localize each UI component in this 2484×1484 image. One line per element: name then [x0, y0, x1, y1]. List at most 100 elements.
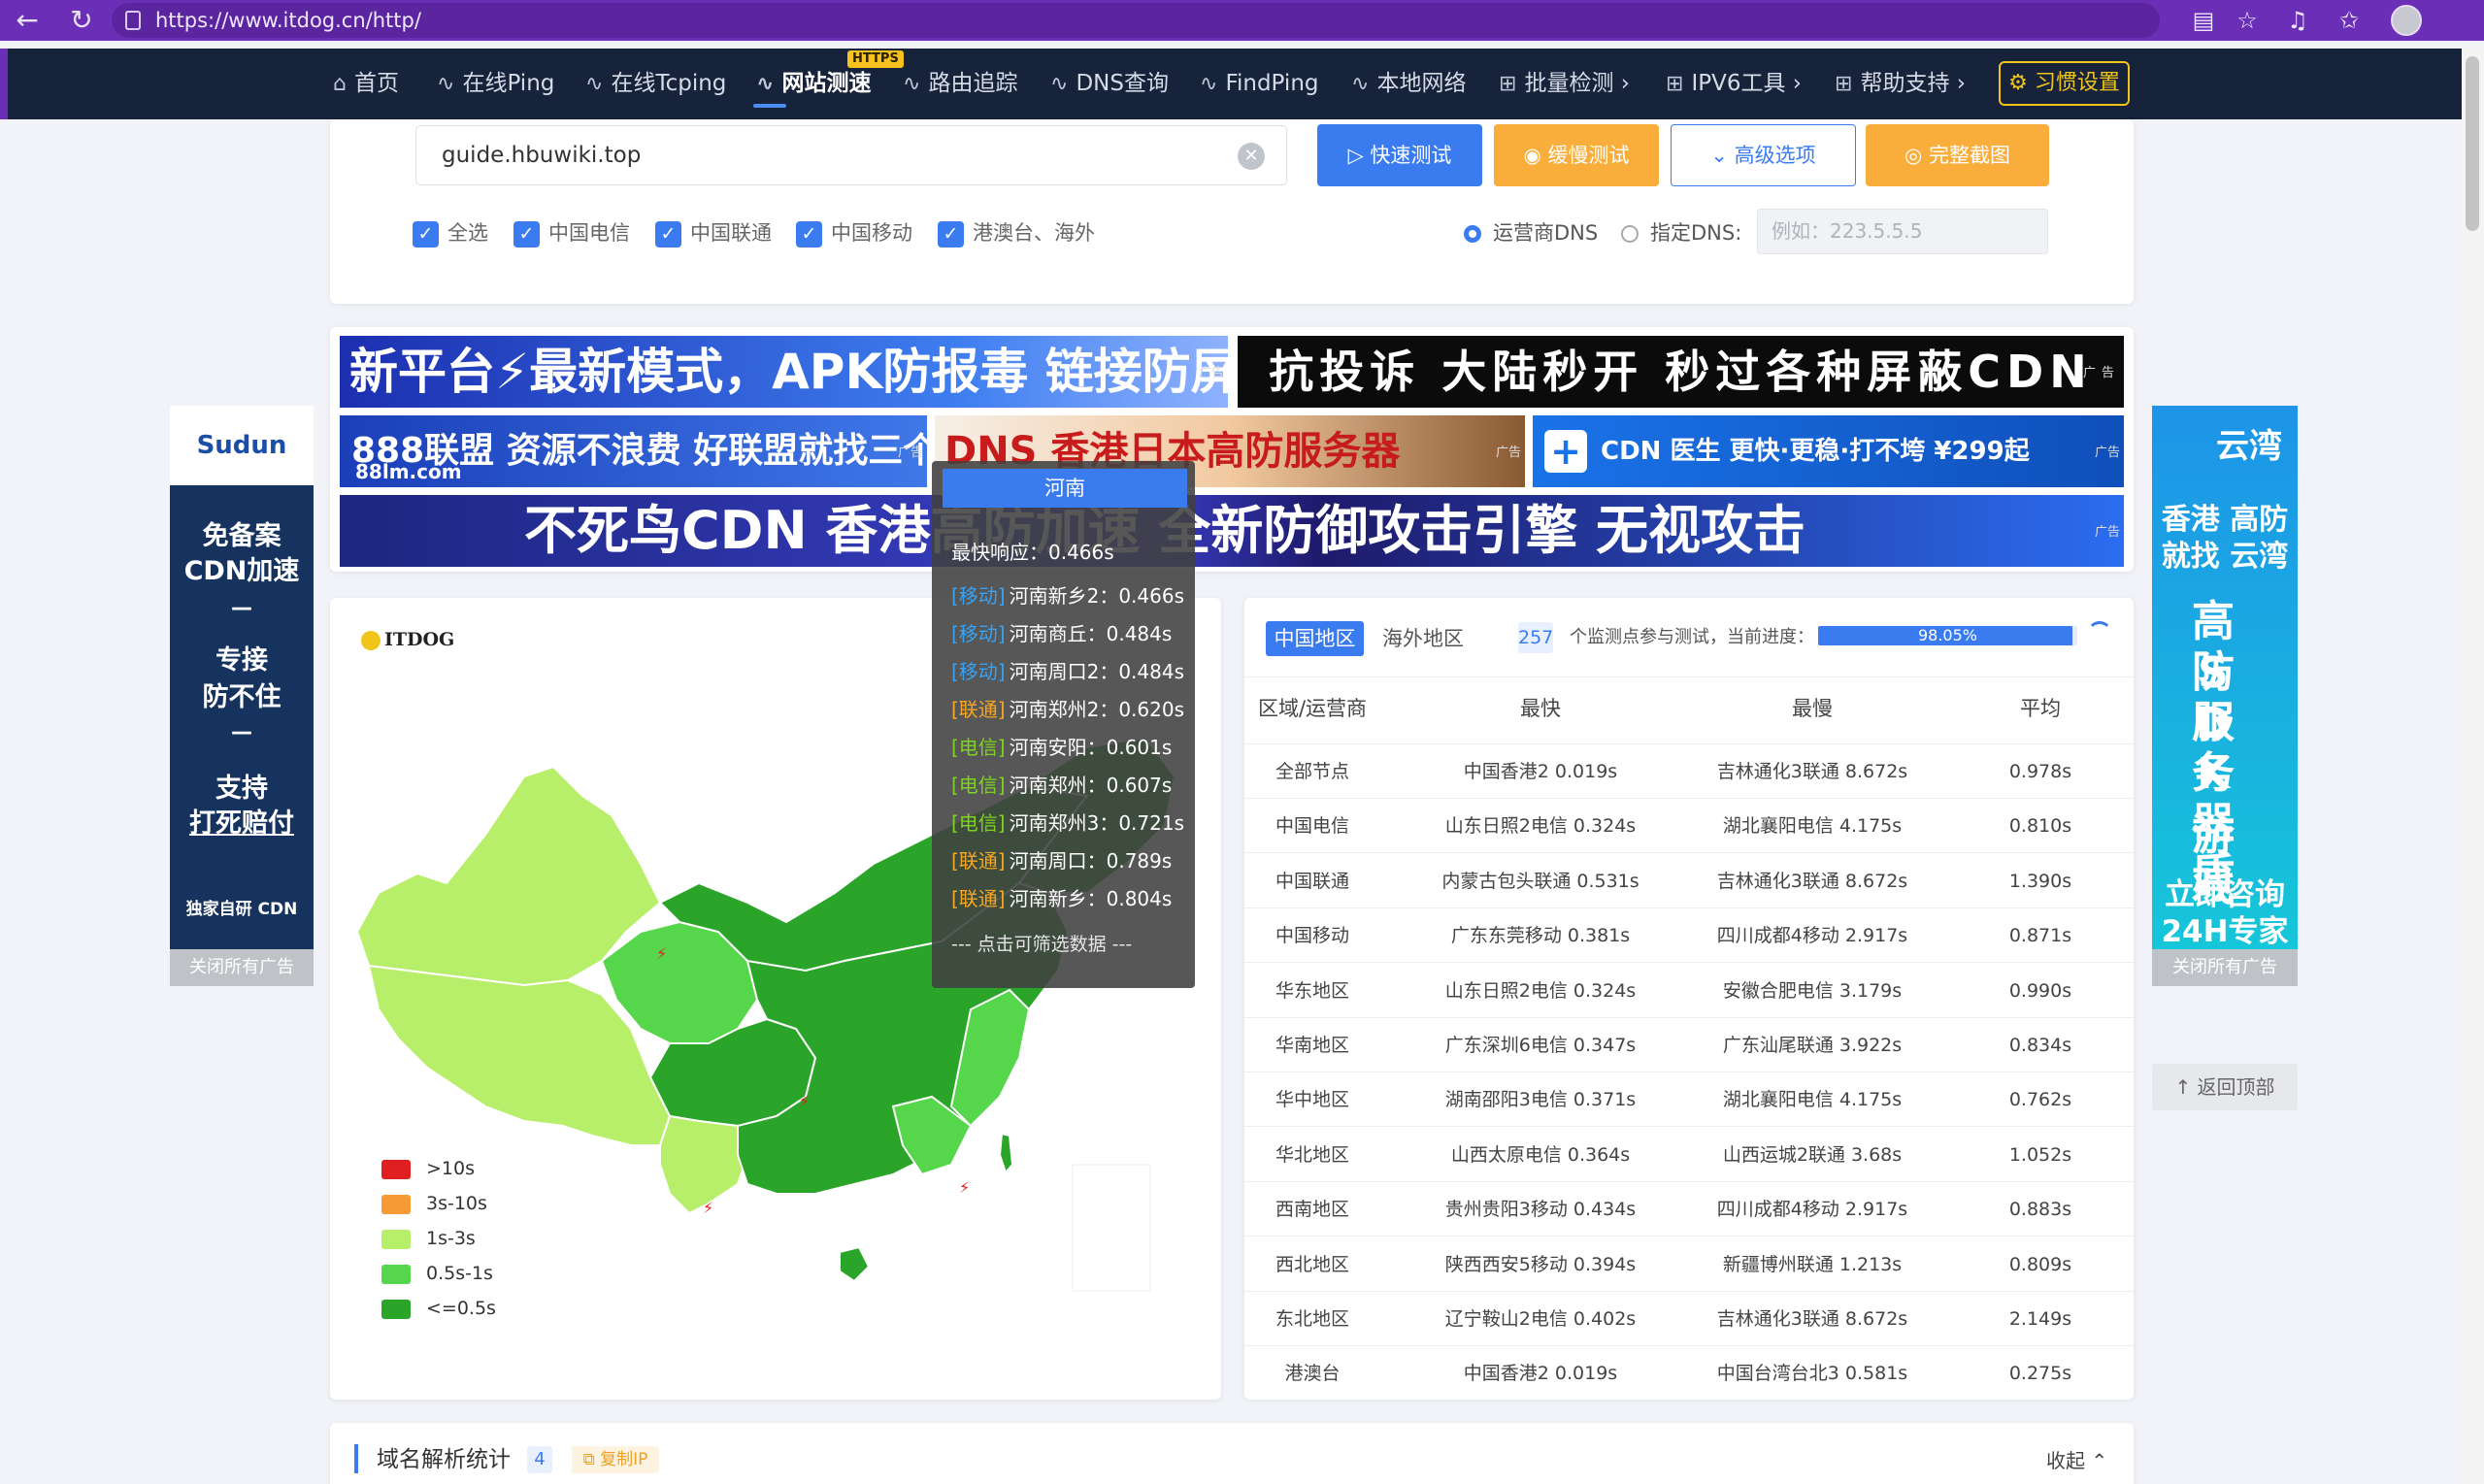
checkbox-checked-icon[interactable]: ✓: [655, 220, 681, 247]
collapse-button[interactable]: 收起 ⌃: [2046, 1446, 2107, 1475]
col-header: 区域/运营商: [1257, 697, 1368, 720]
table-row[interactable]: 全部节点 中国香港2 0.019s 吉林通化3联通 8.672s 0.978s: [1244, 744, 2134, 799]
node-label: 河南新乡2：0.466s: [1009, 584, 1185, 608]
nav-item[interactable]: ⌂ 首页: [333, 49, 399, 119]
checkbox-checked-icon[interactable]: ✓: [796, 220, 822, 247]
close-all-ads-left[interactable]: 关闭所有广告: [170, 949, 314, 986]
nav-item[interactable]: ∿ DNS查询: [1050, 49, 1169, 119]
radio-selected-icon[interactable]: [1464, 225, 1481, 243]
slow-test-button[interactable]: ◉ 缓慢测试: [1494, 124, 1659, 186]
nav-item[interactable]: ⊞ IPV6工具 ›: [1666, 49, 1802, 119]
favorites-icon[interactable]: ✩: [2335, 6, 2364, 35]
checkbox-checked-icon[interactable]: ✓: [413, 220, 439, 247]
copy-ip-button[interactable]: ⧉ 复制IP: [572, 1446, 659, 1473]
checkbox-checked-icon[interactable]: ✓: [513, 220, 540, 247]
custom-dns-input[interactable]: 例如：223.5.5.5: [1757, 209, 2048, 254]
check-unicom[interactable]: ✓ 中国联通: [655, 218, 772, 247]
legend-item[interactable]: <=0.5s: [381, 1297, 496, 1320]
habit-settings-button[interactable]: ⚙ 习惯设置: [1999, 61, 2130, 106]
nav-item-label: 路由追踪: [928, 71, 1018, 96]
table-cell: 广东深圳6电信 0.347s: [1444, 1035, 1637, 1056]
legend-item[interactable]: 1s-3s: [381, 1227, 476, 1250]
page-info-icon[interactable]: [125, 11, 141, 30]
nav-item[interactable]: ⊞ 批量检测 ›: [1499, 49, 1630, 119]
table-cell: 广东汕尾联通 3.922s: [1722, 1035, 1903, 1056]
scrollbar-thumb[interactable]: [2466, 56, 2479, 231]
node-marker: ⚡: [656, 944, 667, 963]
reader-mode-icon[interactable]: ▤: [2189, 6, 2218, 35]
ad-text: 新平台⚡最新模式，APK防报毒 链接防屏蔽，提供下载分发: [349, 344, 1228, 400]
profile-avatar[interactable]: [2391, 5, 2422, 36]
ad-banner-cdn-doctor[interactable]: + CDN 医生 更快·更稳·打不垮 ¥299起 广告: [1533, 415, 2124, 487]
reload-icon[interactable]: ↻: [62, 0, 101, 41]
ad-banner-888[interactable]: 888联盟 资源不浪费 好联盟就找三个八 广告 88lm.com: [340, 415, 927, 487]
advanced-options-button[interactable]: ⌄ 高级选项: [1671, 124, 1856, 186]
table-cell: 东北地区: [1275, 1308, 1349, 1330]
nav-item[interactable]: ∿ FindPing: [1200, 49, 1319, 119]
ad-side-left[interactable]: Sudun 免备案 CDN加速 — 专接 防不住 — 支持 打死赔付 独家自研 …: [170, 406, 314, 984]
table-row[interactable]: 华中地区 湖南邵阳3电信 0.371s 湖北襄阳电信 4.175s 0.762s: [1244, 1072, 2134, 1128]
nav-item-label: 首页: [353, 71, 399, 96]
ad-side-right[interactable]: 云湾 香港 高防 就找 云湾 高 S 防 D 服 K 务 游 器 戏 盾 立即咨…: [2152, 406, 2298, 949]
table-row[interactable]: 华北地区 山西太原电信 0.364s 山西运城2联通 3.68s 1.052s: [1244, 1128, 2134, 1182]
loading-spinner-icon: [2087, 621, 2112, 646]
check-label: 全选: [447, 221, 488, 245]
table-row[interactable]: 东北地区 辽宁鞍山2电信 0.402s 吉林通化3联通 8.672s 2.149s: [1244, 1292, 2134, 1346]
region-hainan[interactable]: [839, 1245, 871, 1283]
check-label: 中国电信: [548, 221, 630, 245]
table-row[interactable]: 华南地区 广东深圳6电信 0.347s 广东汕尾联通 3.922s 0.834s: [1244, 1018, 2134, 1072]
address-bar[interactable]: https://www.itdog.cn/http/: [112, 3, 2160, 38]
col-header: 平均: [2020, 697, 2061, 720]
check-telecom[interactable]: ✓ 中国电信: [513, 218, 630, 247]
scrollbar[interactable]: [2462, 49, 2484, 1484]
clear-icon[interactable]: ✕: [1238, 143, 1265, 170]
extensions-icon[interactable]: ♫: [2283, 6, 2312, 35]
favorite-star-icon[interactable]: ☆: [2233, 6, 2262, 35]
pulse-icon: ∿: [585, 72, 604, 96]
url-text[interactable]: https://www.itdog.cn/http/: [155, 3, 421, 38]
radio-custom-dns[interactable]: 指定DNS:: [1621, 218, 1741, 247]
check-overseas[interactable]: ✓ 港澳台、海外: [938, 218, 1095, 247]
radio-label: 指定DNS:: [1650, 221, 1742, 245]
back-icon[interactable]: ←: [8, 0, 47, 41]
nav-item-label: 帮助支持 ›: [1860, 71, 1966, 96]
target-url-input[interactable]: guide.hbuwiki.top: [415, 125, 1287, 185]
table-row[interactable]: 西北地区 陕西西安5移动 0.394s 新疆博州联通 1.213s 0.809s: [1244, 1237, 2134, 1292]
table-row[interactable]: 港澳台 中国香港2 0.019s 中国台湾台北3 0.581s 0.275s: [1244, 1346, 2134, 1402]
pulse-icon: ∿: [437, 72, 455, 96]
table-row[interactable]: 西南地区 贵州贵阳3移动 0.434s 四川成都4移动 2.917s 0.883s: [1244, 1182, 2134, 1237]
back-to-top-button[interactable]: ↑ 返回顶部: [2152, 1064, 2298, 1110]
ad-banner-cdn[interactable]: 抗投诉 大陆秒开 秒过各种屏蔽CDN 广告: [1238, 336, 2124, 408]
legend-item[interactable]: 0.5s-1s: [381, 1262, 493, 1285]
nav-item[interactable]: ∿ 在线Tcping: [585, 49, 726, 119]
tab-china[interactable]: 中国地区: [1266, 621, 1364, 656]
table-row[interactable]: 华东地区 山东日照2电信 0.324s 安徽合肥电信 3.179s 0.990s: [1244, 964, 2134, 1018]
fast-test-button[interactable]: ▷ 快速测试: [1317, 124, 1482, 186]
full-screenshot-button[interactable]: ◎ 完整截图: [1866, 124, 2049, 186]
close-all-ads-right[interactable]: 关闭所有广告: [2152, 949, 2298, 986]
check-mobile[interactable]: ✓ 中国移动: [796, 218, 912, 247]
nav-item[interactable]: ⊞ 帮助支持 ›: [1835, 49, 1966, 119]
node-label: 河南周口：0.789s: [1009, 849, 1173, 873]
table-row[interactable]: 中国联通 内蒙古包头联通 0.531s 吉林通化3联通 8.672s 1.390s: [1244, 854, 2134, 908]
table-row[interactable]: 中国电信 山东日照2电信 0.324s 湖北襄阳电信 4.175s 0.810s: [1244, 799, 2134, 854]
tooltip-row: [移动] 河南商丘：0.484s: [951, 618, 1172, 646]
check-all[interactable]: ✓ 全选: [413, 218, 488, 247]
table-row[interactable]: 中国移动 广东东莞移动 0.381s 四川成都4移动 2.917s 0.871s: [1244, 908, 2134, 964]
ad-banner-phoenix-cdn[interactable]: 不死鸟CDN 香港高防加速 全新防御攻击引擎 无视攻击广告: [340, 495, 2124, 567]
nav-item-label: 网站测速: [781, 71, 872, 96]
nav-item[interactable]: ∿ 在线Ping: [437, 49, 554, 119]
nav-item[interactable]: ∿ 本地网络: [1351, 49, 1466, 119]
checkbox-checked-icon[interactable]: ✓: [938, 220, 964, 247]
nav-item[interactable]: ∿ 路由追踪: [903, 49, 1017, 119]
region-taiwan[interactable]: [998, 1132, 1014, 1174]
ad-banner-apk[interactable]: 新平台⚡最新模式，APK防报毒 链接防屏蔽，提供下载分发广告: [340, 336, 1228, 408]
radio-unselected-icon[interactable]: [1621, 225, 1639, 243]
isp-label: [联通]: [951, 849, 1006, 873]
radio-isp-dns[interactable]: 运营商DNS: [1464, 218, 1598, 247]
cloudbays-logo: 云湾: [2216, 427, 2282, 466]
legend-item[interactable]: >10s: [381, 1157, 475, 1180]
tab-overseas[interactable]: 海外地区: [1382, 621, 1464, 656]
legend-item[interactable]: 3s-10s: [381, 1192, 487, 1215]
section-accent: [354, 1444, 358, 1473]
